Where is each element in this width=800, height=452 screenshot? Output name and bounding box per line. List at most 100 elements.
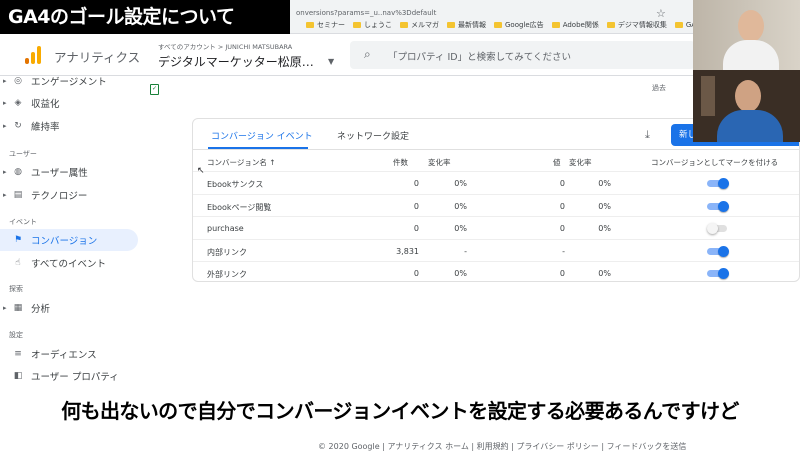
monetization-icon: ◈ — [14, 98, 22, 108]
toggle-knob — [718, 200, 729, 212]
url-text[interactable]: onversions?params=_u..nav%3Ddefault — [296, 9, 436, 17]
col-conversion-name[interactable]: コンバージョン名 ↑ — [207, 157, 276, 168]
cell-name[interactable]: purchase — [207, 224, 244, 233]
sidebar-item-analysis[interactable]: ▸ ▦ 分析 — [0, 297, 138, 319]
sidebar-item-user-property[interactable]: ◧ ユーザー プロパティ — [0, 365, 138, 387]
bookmark-label: しょうこ — [364, 21, 392, 29]
sidebar-item-demographics[interactable]: ▸ ◍ ユーザー属性 — [0, 161, 138, 183]
cell-count: 0 — [413, 201, 419, 211]
sidebar-item-conversions[interactable]: ⚑ コンバージョン — [0, 229, 138, 251]
folder-icon — [494, 22, 502, 28]
mark-as-conversion-toggle[interactable] — [707, 223, 729, 234]
table-row[interactable]: 内部リンク 3,831 - - — [193, 238, 799, 262]
sidebar-item-label: 収益化 — [31, 99, 60, 110]
mark-as-conversion-toggle[interactable] — [707, 178, 729, 189]
bookmark-star-icon[interactable]: ☆ — [656, 7, 666, 20]
bookmark-item[interactable]: Adobe関係 — [551, 20, 599, 30]
sidebar-item-tech[interactable]: ▸ ▤ テクノロジー — [0, 184, 138, 206]
bookmark-label: Google広告 — [505, 21, 544, 29]
webcam-host — [693, 0, 800, 70]
bookmark-item[interactable]: しょうこ — [353, 20, 392, 30]
cell-count: 0 — [413, 269, 419, 278]
sidebar-item-audience[interactable]: ≡ オーディエンス — [0, 343, 138, 365]
search-icon: ⌕ — [364, 47, 371, 61]
sidebar-item-label: オーディエンス — [31, 350, 97, 361]
folder-icon — [447, 22, 455, 28]
mark-as-conversion-toggle[interactable] — [707, 200, 729, 212]
sidebar-section-settings: 設定 — [9, 331, 23, 339]
table-row[interactable]: Ebookページ閲覧 0 0% 0 0% — [193, 193, 799, 217]
expand-arrow-icon: ▸ — [3, 168, 7, 176]
cell-name[interactable]: 内部リンク — [207, 247, 247, 258]
mark-as-conversion-toggle[interactable] — [707, 245, 729, 257]
cell-value-change: 0% — [598, 269, 611, 278]
bookmark-label: メルマガ — [411, 21, 439, 29]
sidebar-section-explore: 探索 — [9, 285, 23, 293]
col-value-change[interactable]: 変化率 — [569, 157, 592, 168]
cell-count: 0 — [413, 224, 419, 233]
cell-count: 3,831 — [396, 246, 419, 256]
expand-arrow-icon: ▸ — [3, 191, 7, 199]
tab-conversion-events[interactable]: コンバージョン イベント — [211, 129, 313, 142]
bookmark-item[interactable]: 最新情報 — [447, 20, 486, 30]
toggle-knob — [718, 268, 729, 279]
col-value[interactable]: 値 — [553, 157, 561, 168]
date-range-label[interactable]: 過去 — [652, 83, 666, 93]
sidebar-item-label: ユーザー プロパティ — [31, 372, 119, 383]
demographics-icon: ◍ — [14, 167, 22, 177]
mouse-cursor-icon: ↖ — [197, 166, 205, 176]
table-row[interactable]: purchase 0 0% 0 0% — [193, 216, 799, 239]
expand-arrow-icon: ▸ — [3, 77, 7, 85]
mark-as-conversion-toggle[interactable] — [707, 268, 729, 279]
toggle-knob — [707, 223, 718, 234]
table-header: コンバージョン名 ↑ 件数 変化率 値 変化率 コンバージョンとしてマークを付け… — [193, 153, 799, 171]
chevron-down-icon[interactable]: ▼ — [328, 57, 334, 66]
cell-change: 0% — [454, 201, 467, 211]
cell-change: 0% — [454, 224, 467, 233]
sidebar-item-engagement[interactable]: ▸ ◎ エンゲージメント — [0, 70, 138, 92]
bookmark-label: デジマ情報収集 — [617, 21, 667, 29]
download-icon[interactable]: ⤓ — [645, 128, 650, 142]
bookmark-item[interactable]: Google広告 — [494, 20, 544, 30]
flag-icon: ⚑ — [13, 235, 23, 245]
folder-icon — [306, 22, 314, 28]
cell-name[interactable]: 外部リンク — [207, 269, 247, 280]
tech-icon: ▤ — [13, 190, 23, 200]
search-input[interactable]: ⌕ 「プロパティ ID」と検索してみてください — [350, 41, 695, 69]
sidebar-item-retention[interactable]: ▸ ↻ 維持率 — [0, 115, 138, 137]
analytics-logo-icon[interactable] — [25, 46, 41, 64]
account-breadcrumb[interactable]: すべてのアカウント > JUNICHI MATSUBARA — [158, 41, 292, 51]
engagement-icon: ◎ — [14, 76, 22, 86]
cell-change: 0% — [454, 269, 467, 278]
col-change[interactable]: 変化率 — [428, 157, 451, 168]
app-name[interactable]: アナリティクス — [54, 47, 140, 66]
person-body — [717, 110, 783, 142]
table-row[interactable]: 外部リンク 0 0% 0 0% — [193, 261, 799, 281]
col-count[interactable]: 件数 — [393, 157, 408, 168]
sidebar-item-all-events[interactable]: ☝ すべてのイベント — [0, 252, 138, 274]
audience-icon: ≡ — [14, 349, 22, 359]
cell-value: 0 — [559, 269, 565, 278]
bookmark-item[interactable]: セミナー — [306, 20, 345, 30]
cell-name[interactable]: Ebookページ閲覧 — [207, 202, 271, 213]
tab-network-settings[interactable]: ネットワーク設定 — [337, 129, 409, 142]
folder-icon — [606, 22, 615, 28]
document-check-icon[interactable]: ✓ — [150, 84, 159, 95]
sidebar-item-label: ユーザー属性 — [31, 168, 88, 179]
bookmark-item[interactable]: デジマ情報収集 — [606, 20, 667, 30]
cell-value-change: 0% — [598, 224, 611, 233]
sidebar-item-label: 維持率 — [31, 122, 60, 133]
expand-arrow-icon: ▸ — [3, 122, 7, 130]
bookmark-item[interactable]: メルマガ — [400, 20, 439, 30]
touch-icon: ☝ — [15, 258, 21, 268]
sidebar-item-monetization[interactable]: ▸ ◈ 収益化 — [0, 92, 138, 114]
property-selector[interactable]: デジタルマーケッター松原… — [158, 53, 314, 70]
sidebar-item-label: 分析 — [31, 304, 51, 315]
table-row[interactable]: Ebookサンクス 0 0% 0 0% — [193, 171, 799, 194]
footer-links[interactable]: © 2020 Google | アナリティクス ホーム | 利用規約 | プライ… — [318, 441, 686, 452]
video-title-banner: GA4のゴール設定について — [0, 0, 290, 34]
cell-name[interactable]: Ebookサンクス — [207, 179, 263, 190]
sidebar-item-label: エンゲージメント — [31, 77, 107, 88]
cell-value: - — [562, 246, 565, 256]
cell-change: - — [464, 246, 467, 256]
